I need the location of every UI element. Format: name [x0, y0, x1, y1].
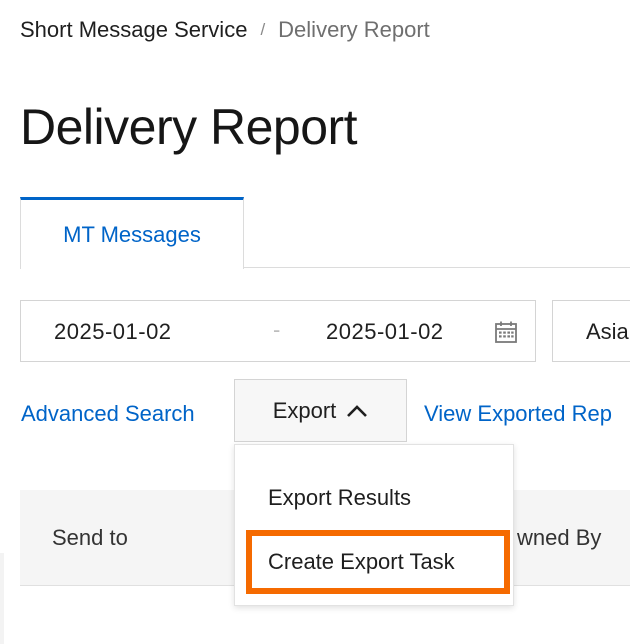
- breadcrumb-separator: /: [260, 20, 266, 39]
- timezone-value: Asia: [586, 319, 629, 344]
- menu-item-export-results[interactable]: Export Results: [268, 485, 411, 511]
- calendar-icon[interactable]: [494, 320, 518, 344]
- breadcrumb: Short Message Service / Delivery Report: [20, 17, 430, 43]
- breadcrumb-parent[interactable]: Short Message Service: [20, 17, 247, 42]
- export-dropdown-menu: Export Results Create Export Task: [234, 444, 514, 606]
- date-start[interactable]: 2025-01-02: [54, 319, 172, 345]
- column-send-to: Send to: [52, 525, 128, 550]
- page-title: Delivery Report: [20, 99, 358, 155]
- date-range-picker[interactable]: 2025-01-02 - 2025-01-02: [20, 300, 536, 362]
- breadcrumb-current: Delivery Report: [278, 17, 430, 42]
- date-separator: -: [273, 317, 281, 342]
- view-exported-reports-link[interactable]: View Exported Rep: [424, 401, 612, 427]
- advanced-search-link[interactable]: Advanced Search: [21, 401, 195, 427]
- menu-item-create-export-task[interactable]: Create Export Task: [268, 549, 455, 575]
- chevron-up-icon: [347, 404, 368, 417]
- export-label: Export: [272, 397, 337, 423]
- tab-label: MT Messages: [63, 221, 201, 247]
- timezone-select[interactable]: Asia: [552, 300, 630, 362]
- date-end[interactable]: 2025-01-02: [326, 319, 444, 345]
- tab-mt-messages[interactable]: MT Messages: [20, 197, 244, 269]
- left-edge-strip: [0, 553, 4, 644]
- export-button[interactable]: Export: [234, 379, 407, 442]
- column-owned-by: wned By: [517, 525, 602, 550]
